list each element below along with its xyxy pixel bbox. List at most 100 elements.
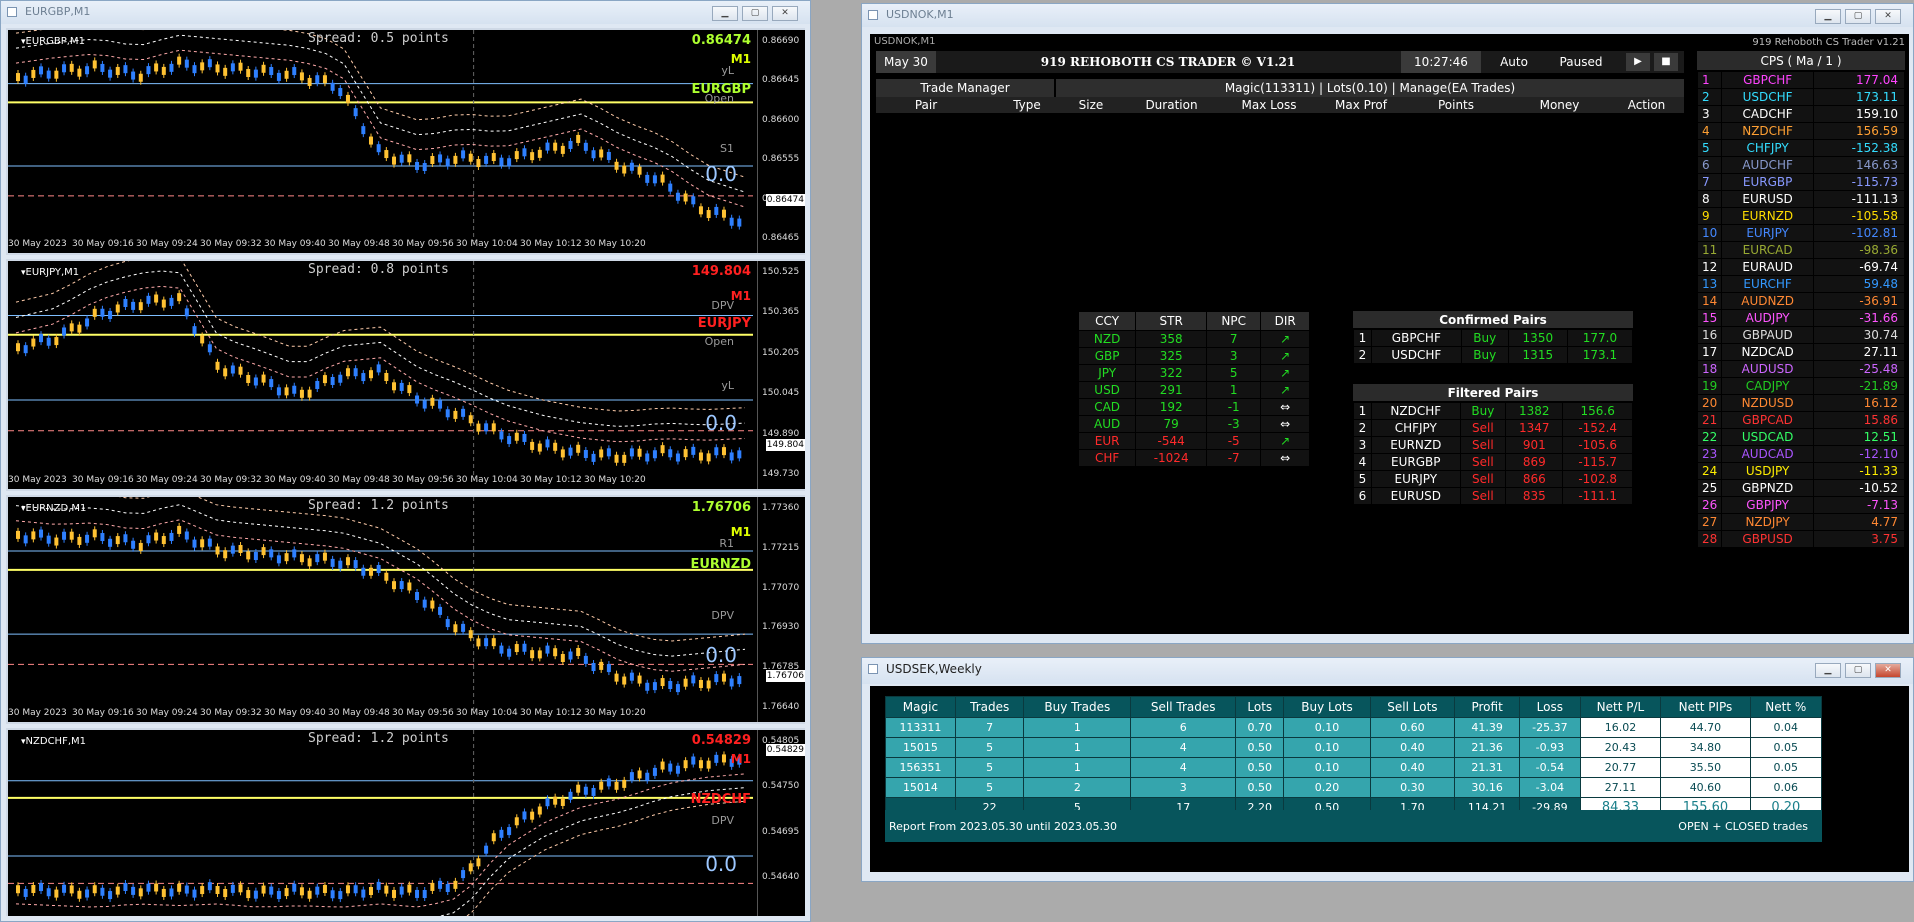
table-cell: 1 [1023,737,1132,758]
strength-row: CHF -1024 -7 ⇔ [1077,449,1310,467]
cps-pair: NZDJPY [1721,513,1814,531]
table-cell: 0.05 [1749,757,1823,778]
maximize-button[interactable]: ▢ [1845,9,1871,24]
time-tick: 30 May 10:20 [584,708,646,718]
time-tick: 30 May 09:48 [328,239,390,249]
minimize-button[interactable]: ▁ [712,6,738,21]
cps-rank: 14 [1696,292,1723,310]
pair-cell: 1 [1353,329,1372,347]
current-price-box: 149.804 [766,439,805,451]
window-titlebar[interactable]: EURGBP,M1 ▁ ▢ ✕ [1,1,810,24]
usdsek-window[interactable]: USDSEK,Weekly ▁ ▢ ✕ Magic Trades Buy Trade… [861,657,1914,882]
window-title: EURGBP,M1 [25,5,91,18]
table-cell: 0.40 [1369,757,1456,778]
strength-cell: 79 [1135,415,1208,433]
chart-pane-eurnzd[interactable]: EURNZD,M1Spread: 1.2 points1.76706M1EURN… [6,495,805,724]
cps-pair: GBPNZD [1721,479,1814,497]
moving-average-line [15,504,746,657]
price-tick: 1.77360 [762,503,800,513]
price-scale[interactable]: 150.525 150.365 150.205 150.045 149.890 149.7… [757,261,805,489]
table-row: 15015 5 1 4 0.50 0.10 0.40 21.36 -0.93 20.43 34.80… [885,737,1823,758]
pair-cell: Sell [1459,487,1507,505]
cps-value: -69.74 [1812,258,1906,276]
column-header: Profit [1454,696,1521,718]
time-tick: 30 May 09:56 [392,475,454,485]
price-tick: 149.730 [762,469,800,479]
table-cell: 0.04 [1749,717,1823,738]
cps-pair: GBPCHF [1721,71,1814,89]
minimize-button[interactable]: ▁ [1815,9,1841,24]
bid-price: 1.76706 [691,500,751,515]
filtered-pairs-table: 1 NZDCHF Buy 1382 156.6 2 CHFJPY Sell 1347 -152.4… [1353,402,1633,505]
cps-pair: CADCHF [1721,105,1814,123]
cps-pair: USDCAD [1721,428,1814,446]
strength-cell: 192 [1135,398,1208,416]
price-scale[interactable]: 0.866900.866450.866000.865550.865100.864… [757,30,805,253]
maximize-button[interactable]: ▢ [1845,663,1871,678]
chart-pane-eurjpy[interactable]: EURJPY,M1Spread: 0.8 points149.804M1EURJ… [6,259,805,491]
pair-label: NZDCHF [690,792,751,807]
table-cell: 0.06 [1749,777,1823,798]
cps-row: 10 EURJPY -102.81 [1696,224,1906,242]
chart-pane-eurgbp[interactable]: EURGBP,M1Spread: 0.5 points0.86474M1EURG… [6,28,805,255]
close-button[interactable]: ✕ [1875,663,1901,678]
cps-value: 146.63 [1812,156,1906,174]
window-titlebar[interactable]: USDNOK,M1 ▁ ▢ ✕ [862,4,1913,27]
cps-row: 23 AUDCAD -12.10 [1696,445,1906,463]
maximize-button[interactable]: ▢ [742,6,768,21]
play-icon[interactable]: ▶ [1626,53,1650,71]
strength-row: AUD 79 -3 ⇔ [1077,415,1310,433]
cps-pair: NZDCAD [1721,343,1814,361]
strength-cell: ↗ [1260,347,1310,365]
level-label: DPV [711,609,734,622]
minimize-button[interactable]: ▁ [1815,663,1841,678]
pair-cell: Buy [1459,402,1507,420]
strength-row: CAD 192 -1 ⇔ [1077,398,1310,416]
column-header: CCY [1077,311,1137,331]
cps-pair: EURCAD [1721,241,1814,259]
price-scale[interactable]: 1.77360 1.77215 1.77070 1.76930 1.76785 1.766… [757,497,805,722]
time-axis[interactable]: 30 May 2023 30 May 09:16 30 May 09:24 30 Ma… [8,237,757,253]
time-tick: 30 May 09:56 [392,708,454,718]
table-cell: 21.31 [1454,757,1521,778]
window-titlebar[interactable]: USDSEK,Weekly ▁ ▢ ✕ [862,658,1913,684]
paused-button[interactable]: Paused [1546,51,1616,73]
pair-cell: Buy [1460,329,1509,347]
currency-strength-table: CCY STR NPC DIR NZD 358 7 ↗ GBP 325 3 ↗ JPY 322 5 ↗ USD 2… [1077,311,1310,467]
level-label: DPV [711,299,734,312]
chart-title: USDNOK,M1 [874,36,936,47]
price-scale[interactable]: 0.548050.547500.546950.546400.54585 [757,730,805,916]
auto-button[interactable]: Auto [1484,51,1544,73]
pair-cell: 866 [1505,470,1564,488]
stop-icon[interactable]: ■ [1654,53,1678,71]
close-button[interactable]: ✕ [772,6,798,21]
cps-rank: 1 [1696,71,1723,89]
chart-pane-nzdchf[interactable]: NZDCHF,M1 Spread: 1.2 points 0.54829 M1 NZDC… [6,728,805,916]
usdnok-window[interactable]: USDNOK,M1 ▁ ▢ ✕ USDNOK,M1 919 Rehoboth C… [861,3,1914,644]
time-axis[interactable]: 30 May 2023 30 May 09:16 30 May 09:24 30 Ma… [8,706,757,722]
strength-cell: 322 [1135,364,1208,382]
close-button[interactable]: ✕ [1875,9,1901,24]
cps-rank: 12 [1696,258,1723,276]
pair-cell: 835 [1505,487,1564,505]
time-axis[interactable]: 30 May 2023 30 May 09:16 30 May 09:24 30 Ma… [8,473,757,489]
pair-cell: 4 [1353,453,1372,471]
chart-window-left[interactable]: EURGBP,M1 ▁ ▢ ✕ EURGBP,M1 Spread: 0.5 poi… [0,0,811,922]
cps-value: -105.58 [1812,207,1906,225]
column-header: STR [1135,311,1208,331]
column-header-max-prof: Max Prof [1335,98,1387,112]
column-header-pair: Pair [914,98,938,112]
magic-info: Magic(113311) | Lots(0.10) | Manage(EA T… [1056,79,1684,97]
column-header-action: Action [1627,98,1666,112]
table-cell: 40.60 [1660,777,1751,798]
chart-symbol-label: EURGBP,M1 [21,36,85,47]
table-cell: 5 [954,777,1025,798]
strength-row: NZD 358 7 ↗ [1077,330,1310,348]
column-header: Nett P/L [1579,696,1662,718]
level-label: yL [721,379,734,392]
strength-cell: CHF [1077,449,1137,467]
strength-cell: 5 [1206,364,1262,382]
strength-cell: -5 [1206,432,1262,450]
price-tick: 150.525 [762,267,800,277]
cps-rank: 19 [1696,377,1723,395]
